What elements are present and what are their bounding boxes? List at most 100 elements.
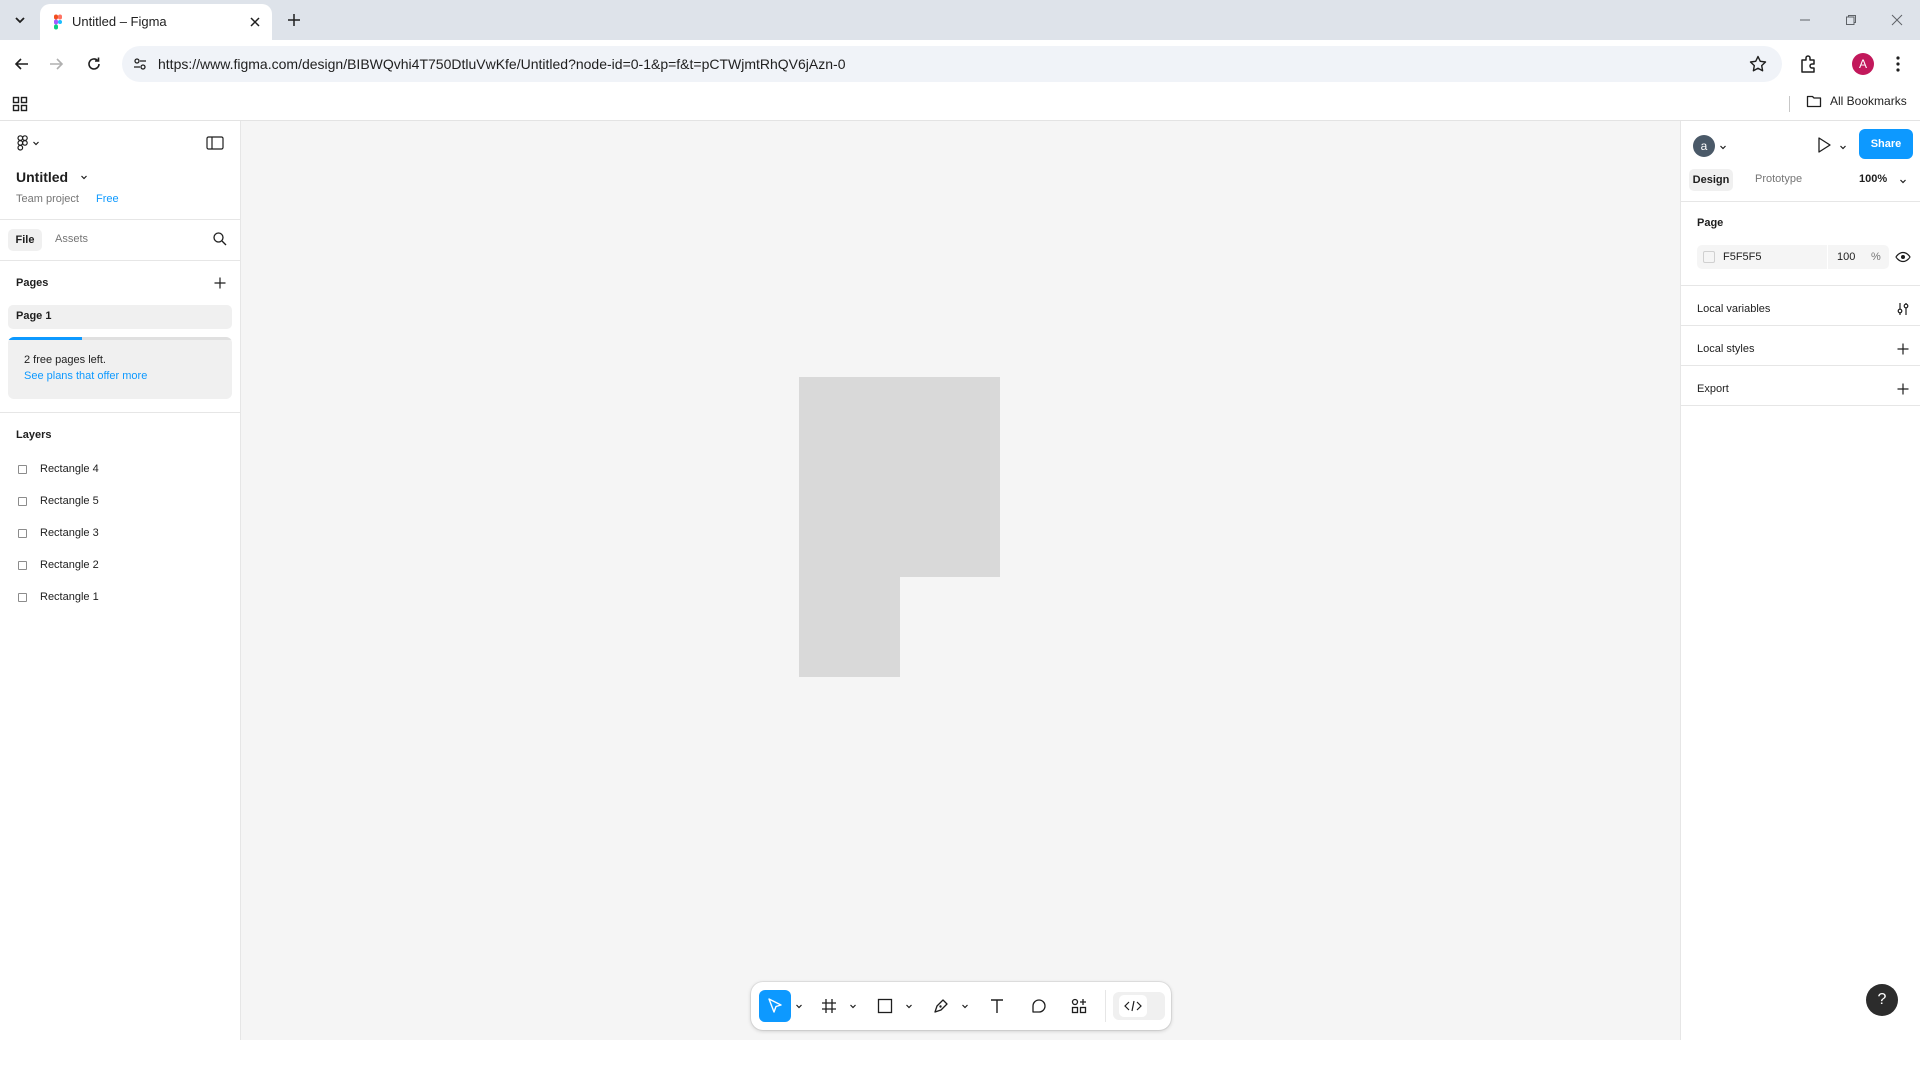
bookmark-star-icon[interactable]: [1748, 54, 1768, 74]
actions-tool-button[interactable]: [1063, 990, 1095, 1022]
text-t-icon: [991, 999, 1003, 1013]
tab-file[interactable]: File: [8, 229, 42, 251]
url-text[interactable]: https://www.figma.com/design/BIBWQvhi4T7…: [158, 56, 845, 72]
address-bar[interactable]: https://www.figma.com/design/BIBWQvhi4T7…: [122, 46, 1782, 82]
folder-icon: [1806, 95, 1822, 108]
tab-title: Untitled – Figma: [72, 14, 167, 29]
plan-badge[interactable]: Free: [96, 193, 119, 205]
divider: [0, 412, 240, 413]
chevron-down-icon[interactable]: [905, 1002, 913, 1010]
browser-menu-icon[interactable]: [1888, 53, 1908, 75]
all-bookmarks-label: All Bookmarks: [1830, 94, 1907, 108]
frame-tool-button[interactable]: [813, 990, 845, 1022]
code-brackets-icon: [1119, 995, 1147, 1017]
page-heading: Page: [1697, 217, 1724, 229]
page-item-page-1[interactable]: Page 1: [8, 305, 232, 329]
chevron-down-icon[interactable]: [849, 1002, 857, 1010]
figma-logo-icon: [17, 135, 28, 151]
main-menu-button[interactable]: [16, 135, 40, 151]
new-tab-plus-icon[interactable]: [282, 8, 306, 32]
present-play-icon[interactable]: [1815, 135, 1833, 155]
layer-row[interactable]: Rectangle 1: [0, 585, 240, 611]
divider: [1681, 325, 1920, 326]
add-export-plus-icon[interactable]: [1895, 381, 1911, 397]
layer-row[interactable]: Rectangle 5: [0, 489, 240, 515]
canvas-rectangle-small[interactable]: [799, 577, 900, 677]
tab-design[interactable]: Design: [1689, 169, 1733, 191]
frame-hash-icon: [822, 999, 836, 1013]
add-page-plus-icon[interactable]: [212, 275, 228, 291]
layer-row[interactable]: Rectangle 2: [0, 553, 240, 579]
all-bookmarks-button[interactable]: All Bookmarks: [1806, 94, 1907, 108]
share-button[interactable]: Share: [1859, 129, 1913, 159]
chevron-down-icon[interactable]: [1899, 177, 1907, 185]
chevron-down-icon: [15, 17, 25, 24]
canvas-rectangle-large[interactable]: [799, 377, 1000, 577]
layer-row[interactable]: Rectangle 4: [0, 457, 240, 483]
toggle-sidebar-icon[interactable]: [206, 135, 226, 153]
background-opacity-value[interactable]: 100: [1837, 251, 1855, 263]
pages-usage-progress: [8, 337, 82, 340]
back-arrow-icon[interactable]: [10, 52, 34, 76]
comment-tool-button[interactable]: [1023, 990, 1055, 1022]
chevron-down-icon[interactable]: [795, 1002, 803, 1010]
forward-arrow-icon[interactable]: [44, 52, 68, 76]
chevron-down-icon[interactable]: [1839, 143, 1847, 151]
site-info-icon[interactable]: [131, 55, 149, 73]
see-plans-link[interactable]: See plans that offer more: [24, 370, 147, 382]
chevron-down-icon: [33, 141, 39, 146]
chevron-down-icon[interactable]: [1719, 143, 1727, 151]
text-tool-button[interactable]: [981, 990, 1013, 1022]
local-variables-label[interactable]: Local variables: [1697, 303, 1770, 315]
restore-window-icon[interactable]: [1840, 10, 1862, 30]
cursor-arrow-icon: [768, 998, 782, 1013]
local-styles-label[interactable]: Local styles: [1697, 343, 1754, 355]
divider: [1681, 405, 1920, 406]
rectangle-layer-icon: [18, 497, 27, 506]
move-tool-button[interactable]: [759, 990, 791, 1022]
figma-favicon-icon: [50, 14, 66, 30]
minimize-window-icon[interactable]: [1794, 10, 1816, 30]
tab-search-button[interactable]: [8, 8, 32, 32]
search-icon[interactable]: [212, 231, 228, 247]
left-panel: Untitled Team project Free File Assets P…: [0, 121, 241, 1040]
add-style-plus-icon[interactable]: [1895, 341, 1911, 357]
color-swatch[interactable]: [1703, 251, 1715, 263]
page-background-field[interactable]: F5F5F5 100 %: [1697, 245, 1889, 269]
chevron-down-icon[interactable]: [961, 1002, 969, 1010]
visibility-eye-icon[interactable]: [1895, 249, 1911, 265]
variables-settings-icon[interactable]: [1895, 301, 1911, 317]
pages-heading: Pages: [16, 277, 49, 289]
tab-assets[interactable]: Assets: [55, 233, 88, 245]
layer-label: Rectangle 1: [40, 591, 99, 603]
help-button[interactable]: ?: [1866, 984, 1898, 1016]
extensions-puzzle-icon[interactable]: [1798, 53, 1820, 75]
url-path: /design/BIBWQvhi4T750DtluVwKfe/Untitled?…: [298, 56, 846, 72]
percent-sign: %: [1871, 251, 1881, 263]
toolbar-divider: [1105, 990, 1106, 1022]
rectangle-layer-icon: [18, 561, 27, 570]
apps-grid-icon[interactable]: [12, 96, 28, 112]
tab-prototype[interactable]: Prototype: [1755, 173, 1802, 185]
close-tab-icon[interactable]: [246, 13, 264, 31]
file-name-chevron-icon[interactable]: [80, 173, 88, 181]
layers-heading: Layers: [16, 429, 52, 441]
browser-tab-figma[interactable]: Untitled – Figma: [40, 4, 272, 40]
close-window-icon[interactable]: [1886, 10, 1908, 30]
profile-avatar[interactable]: A: [1852, 53, 1874, 75]
file-name[interactable]: Untitled: [16, 169, 68, 185]
zoom-level[interactable]: 100%: [1859, 173, 1887, 185]
pen-tool-button[interactable]: [925, 990, 957, 1022]
rectangle-tool-button[interactable]: [869, 990, 901, 1022]
project-name[interactable]: Team project: [16, 193, 79, 205]
export-label[interactable]: Export: [1697, 383, 1729, 395]
figma-app: Untitled Team project Free File Assets P…: [0, 121, 1920, 1040]
free-pages-notice: [8, 337, 232, 399]
reload-icon[interactable]: [82, 52, 106, 76]
user-avatar[interactable]: a: [1693, 135, 1715, 157]
layer-label: Rectangle 5: [40, 495, 99, 507]
design-canvas[interactable]: [241, 121, 1679, 1040]
dev-mode-toggle[interactable]: [1113, 992, 1165, 1020]
layer-row[interactable]: Rectangle 3: [0, 521, 240, 547]
background-hex-value[interactable]: F5F5F5: [1723, 251, 1762, 263]
